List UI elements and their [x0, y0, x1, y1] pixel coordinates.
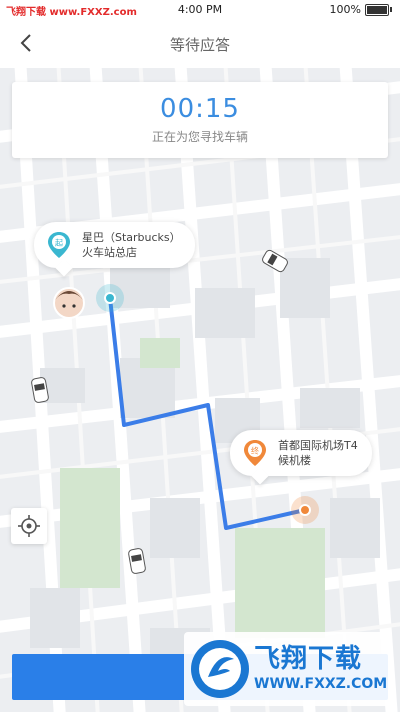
destination-pin-label: 终	[251, 446, 259, 456]
page-title: 等待应答	[169, 36, 230, 54]
pickup-detail: 火车站总店	[82, 246, 137, 259]
map-canvas	[0, 68, 400, 712]
locate-crosshair-icon	[18, 515, 40, 537]
driver-avatar	[53, 287, 85, 319]
pickup-bubble[interactable]: 起 星巴（Starbucks） 火车站总店	[34, 222, 195, 268]
watermark-logo: 飞翔下载 WWW.FXXZ.COM	[184, 632, 392, 706]
pickup-name: 星巴（Starbucks）	[82, 231, 181, 244]
wait-status: 正在为您寻找车辆	[151, 130, 248, 144]
map-view[interactable]	[0, 68, 400, 712]
nav-bar: 等待应答	[0, 20, 400, 69]
destination-bubble[interactable]: 终 首都国际机场T4 候机楼	[230, 430, 372, 476]
pickup-pin-icon: 起	[48, 232, 70, 258]
pickup-pin-label: 起	[55, 239, 63, 248]
status-bar: 飞翔下载 www.FXXZ.com 4:00 PM 100%	[0, 0, 400, 20]
locate-button[interactable]	[11, 508, 47, 544]
watermark-logo-icon	[191, 640, 249, 698]
battery-icon	[365, 3, 389, 16]
watermark-url: WWW.FXXZ.COM	[254, 676, 388, 692]
watermark-brand: 飞翔下载	[254, 644, 363, 674]
destination-detail: 候机楼	[278, 454, 311, 467]
destination-name: 首都国际机场T4	[278, 439, 358, 452]
waiting-card: 00:15 正在为您寻找车辆	[12, 82, 388, 158]
battery-tip	[390, 7, 392, 12]
destination-pin-icon: 终	[244, 440, 266, 466]
wait-timer: 00:15	[160, 94, 240, 124]
battery-percent: 100%	[329, 3, 361, 16]
battery-indicator: 100%	[330, 3, 392, 16]
